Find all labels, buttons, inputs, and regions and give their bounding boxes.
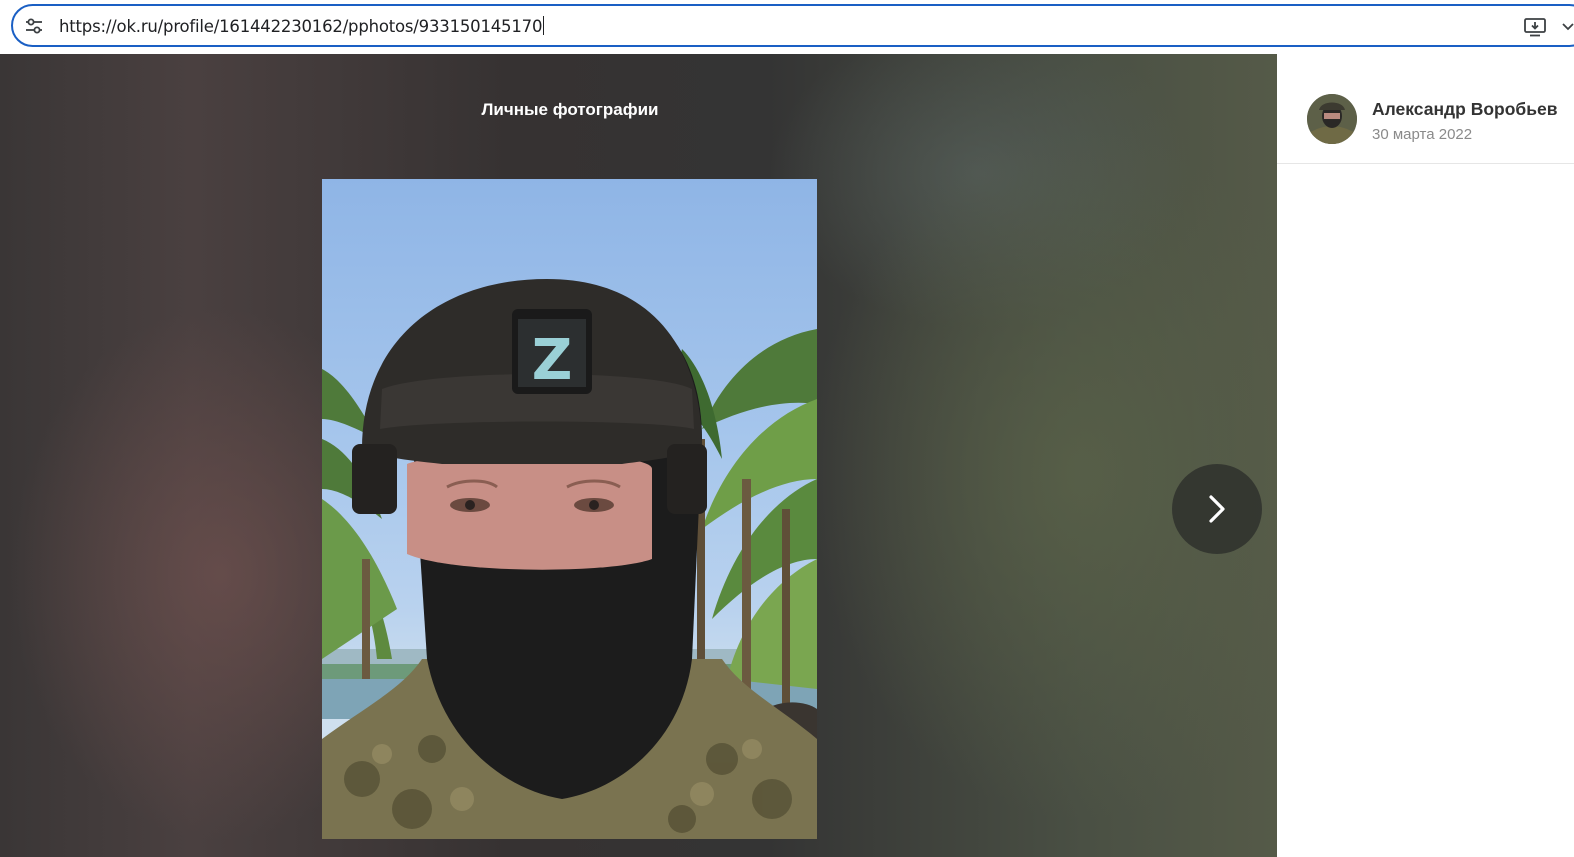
photo-image: Z [322, 279, 817, 839]
author-name[interactable]: Александр Воробьев [1372, 99, 1557, 120]
url-input[interactable]: https://ok.ru/profile/161442230162/pphot… [59, 16, 545, 36]
photo[interactable]: Z [322, 179, 817, 839]
chevron-right-icon [1209, 495, 1225, 523]
album-title[interactable]: Личные фотографии [0, 100, 1140, 120]
avatar-image [1307, 94, 1357, 144]
text-caret [543, 16, 545, 35]
avatar[interactable] [1307, 94, 1357, 144]
photo-info-panel: Александр Воробьев 30 марта 2022 [1277, 54, 1574, 857]
browser-toolbar: https://ok.ru/profile/161442230162/pphot… [0, 0, 1574, 54]
author-header: Александр Воробьев 30 марта 2022 [1277, 54, 1574, 164]
photo-viewer: Личные фотографии Z [0, 54, 1277, 857]
photo-badge: Z [532, 328, 573, 393]
address-bar[interactable]: https://ok.ru/profile/161442230162/pphot… [11, 4, 1574, 47]
post-date: 30 марта 2022 [1372, 126, 1473, 143]
chevron-down-icon[interactable] [1561, 20, 1574, 34]
install-app-icon[interactable] [1523, 16, 1547, 38]
next-photo-button[interactable] [1172, 464, 1262, 554]
site-settings-icon[interactable] [25, 17, 43, 35]
